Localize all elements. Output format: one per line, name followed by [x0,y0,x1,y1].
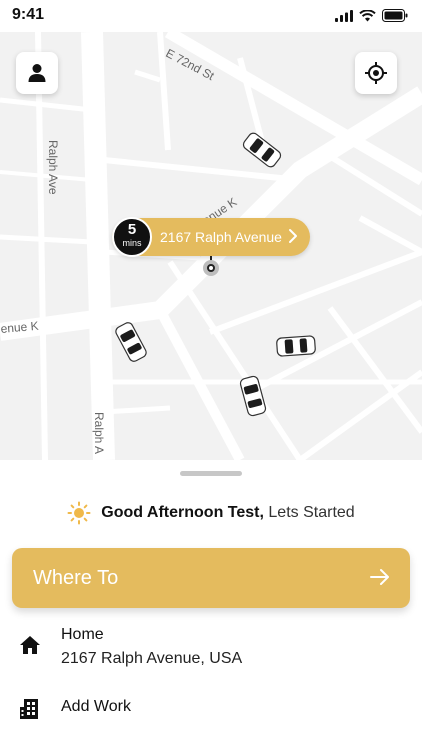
car-icon [276,335,316,357]
street-label-ralph-ave-top: Ralph Ave [46,140,60,195]
greeting-name: Good Afternoon Test, [101,504,264,521]
home-address: 2167 Ralph Avenue, USA [61,650,243,667]
where-to-label: Where To [33,567,119,589]
crosshair-icon [365,62,387,84]
greeting-subtext: Lets Started [268,504,355,521]
pickup-address: 2167 Ralph Avenue [160,229,282,245]
add-work-item[interactable]: Add Work [0,696,422,726]
locate-me-button[interactable] [355,52,397,94]
greeting: Good Afternoon Test, Lets Started [0,501,422,525]
eta-unit: mins [122,238,142,248]
arrow-right-icon [370,569,389,585]
wifi-icon [359,9,376,21]
saved-place-home[interactable]: Home 2167 Ralph Avenue, USA [0,624,422,674]
status-bar: 9:41 [0,0,422,32]
add-work-label: Add Work [61,698,131,715]
battery-icon [382,9,408,22]
eta-badge: 5 mins [112,217,152,257]
chevron-right-icon [289,229,297,243]
signal-icon [335,9,353,22]
pickup-location-pill[interactable]: 5 mins 2167 Ralph Avenue [112,217,310,257]
building-icon [20,699,38,719]
profile-button[interactable] [16,52,58,94]
bottom-sheet: Good Afternoon Test, Lets Started Where … [0,460,422,750]
pickup-pin-icon [203,260,219,276]
status-time: 9:41 [12,6,45,23]
sun-icon [67,501,91,525]
where-to-button[interactable]: Where To [12,548,410,608]
sheet-handle[interactable] [180,471,242,476]
person-icon [28,64,46,82]
home-icon [20,636,40,654]
status-icons [335,9,408,22]
home-title: Home [61,626,104,643]
eta-value: 5 [127,221,137,238]
map-view[interactable]: E 72nd St Ralph Ave Ralph A enue K enue … [0,32,422,460]
street-label-ralph-ave-bottom: Ralph A [92,412,106,455]
